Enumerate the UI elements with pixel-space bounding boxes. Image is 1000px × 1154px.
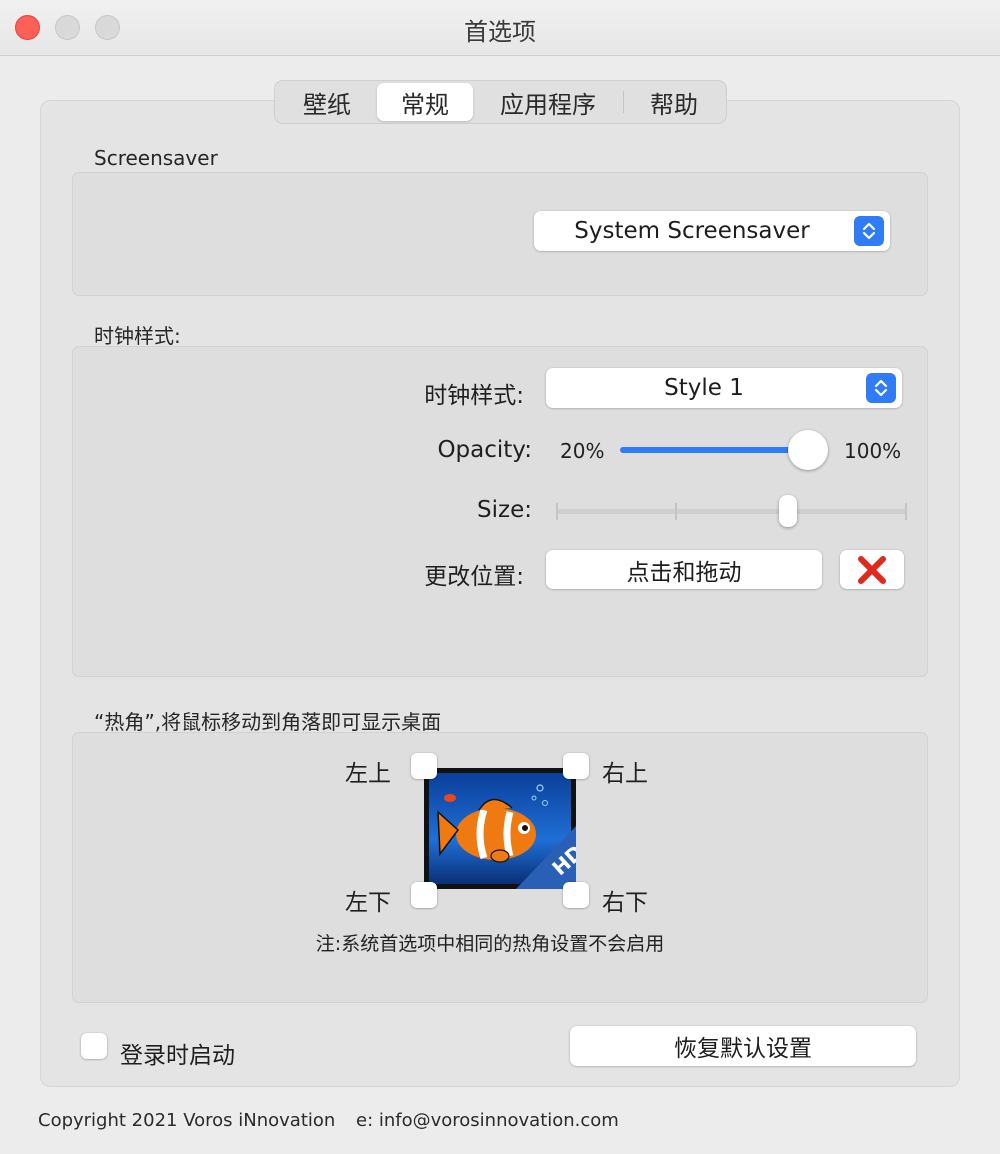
launch-at-login-checkbox[interactable] <box>81 1033 107 1059</box>
tab-bar: 壁纸 常规 应用程序 帮助 <box>274 80 727 124</box>
opacity-slider-knob[interactable] <box>788 430 828 470</box>
tab-applications[interactable]: 应用程序 <box>473 83 623 121</box>
clock-style-popup[interactable]: Style 1 <box>546 368 902 408</box>
hot-corner-top-left-checkbox[interactable] <box>411 753 437 779</box>
screensaver-popup[interactable]: System Screensaver <box>534 211 890 251</box>
opacity-label: Opacity: <box>437 437 532 463</box>
top-left-label: 左上 <box>345 761 391 787</box>
restore-defaults-button[interactable]: 恢复默认设置 <box>570 1026 916 1066</box>
size-slider-track[interactable] <box>557 509 907 514</box>
clock-style-popup-value: Style 1 <box>664 375 744 401</box>
window-title: 首选项 <box>464 18 536 46</box>
title-bar: 首选项 <box>0 0 1000 56</box>
bottom-left-label: 左下 <box>345 890 391 916</box>
click-and-drag-button[interactable]: 点击和拖动 <box>546 550 822 589</box>
top-right-label: 右上 <box>602 761 648 787</box>
hot-corner-top-right-checkbox[interactable] <box>563 753 589 779</box>
clownfish-preview-icon: HD <box>429 773 588 889</box>
launch-at-login-label: 登录时启动 <box>120 1043 235 1069</box>
size-tick <box>675 503 677 520</box>
clock-style-label: 时钟样式: <box>424 383 524 409</box>
tab-help[interactable]: 帮助 <box>624 83 724 121</box>
hot-corners-note: 注:系统首选项中相同的热角设置不会启用 <box>315 933 665 955</box>
contact-email[interactable]: e: info@vorosinnovation.com <box>356 1110 619 1131</box>
opacity-max-label: 100% <box>844 439 902 463</box>
hot-corner-bottom-left-checkbox[interactable] <box>411 882 437 908</box>
clock-section-title: 时钟样式: <box>94 324 181 348</box>
copyright-text: Copyright 2021 Voros iNnovation <box>38 1110 336 1131</box>
screensaver-popup-value: System Screensaver <box>574 218 810 244</box>
bottom-right-label: 右下 <box>602 890 648 916</box>
size-slider-knob[interactable] <box>779 495 797 527</box>
reset-position-button[interactable] <box>840 550 904 589</box>
opacity-slider-track[interactable] <box>620 447 810 453</box>
hot-corners-section-title: “热角”,将鼠标移动到角落即可显示桌面 <box>94 710 442 734</box>
red-x-icon <box>858 555 886 584</box>
screensaver-preview-image: HD <box>424 768 588 889</box>
size-tick <box>556 503 558 520</box>
change-position-label: 更改位置: <box>424 564 524 590</box>
tab-general[interactable]: 常规 <box>377 83 473 121</box>
opacity-min-label: 20% <box>560 439 605 463</box>
hot-corner-bottom-right-checkbox[interactable] <box>563 882 589 908</box>
size-label: Size: <box>477 497 532 523</box>
size-tick <box>905 503 907 520</box>
popup-chevrons-icon <box>854 216 884 246</box>
tab-wallpaper[interactable]: 壁纸 <box>277 83 377 121</box>
screensaver-section-title: Screensaver <box>94 146 218 170</box>
popup-chevrons-icon <box>866 373 896 403</box>
